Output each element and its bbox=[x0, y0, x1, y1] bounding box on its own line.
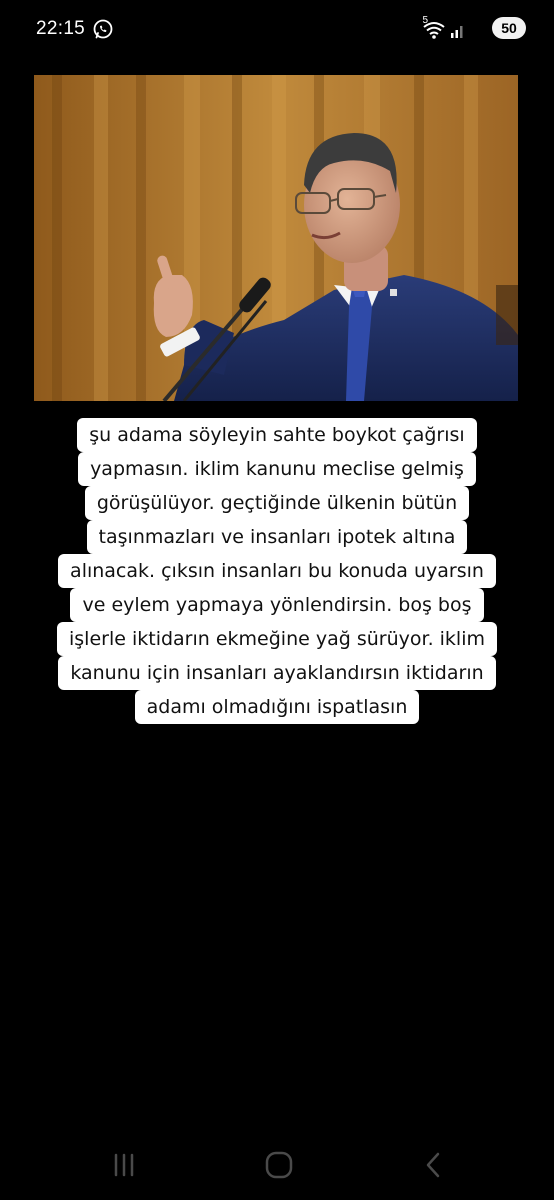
navigation-bar bbox=[0, 1140, 554, 1190]
caption-line: alınacak. çıksın insanları bu konuda uya… bbox=[58, 554, 496, 588]
caption-line: ve eylem yapmaya yönlendirsin. boş boş bbox=[70, 588, 484, 622]
post-photo bbox=[34, 75, 518, 401]
home-icon[interactable] bbox=[259, 1150, 299, 1180]
status-bar: 22:15 5 50 bbox=[0, 0, 554, 60]
caption-line: işlerle iktidarın ekmeğine yağ sürüyor. … bbox=[57, 622, 497, 656]
back-icon[interactable] bbox=[414, 1150, 454, 1180]
battery-indicator: 50 bbox=[492, 17, 526, 39]
whatsapp-icon bbox=[92, 18, 114, 40]
network-badge: 5 bbox=[422, 15, 428, 26]
status-indicators: 5 50 bbox=[416, 15, 526, 43]
recent-apps-icon[interactable] bbox=[104, 1150, 144, 1180]
caption-line: görüşülüyor. geçtiğinde ülkenin bütün bbox=[84, 486, 470, 520]
caption-line: yapmasın. iklim kanunu meclise gelmiş bbox=[78, 452, 476, 486]
status-time: 22:15 bbox=[36, 18, 86, 39]
caption-line: kanunu için insanları ayaklandırsın ikti… bbox=[58, 656, 496, 690]
signal-icon bbox=[450, 21, 466, 39]
caption-line: taşınmazları ve insanları ipotek altına bbox=[86, 520, 468, 554]
caption-line: adamı olmadığını ispatlasın bbox=[134, 690, 420, 724]
caption-line: şu adama söyleyin sahte boykot çağrısı bbox=[77, 418, 477, 452]
post-caption: şu adama söyleyin sahte boykot çağrısı y… bbox=[0, 418, 554, 724]
